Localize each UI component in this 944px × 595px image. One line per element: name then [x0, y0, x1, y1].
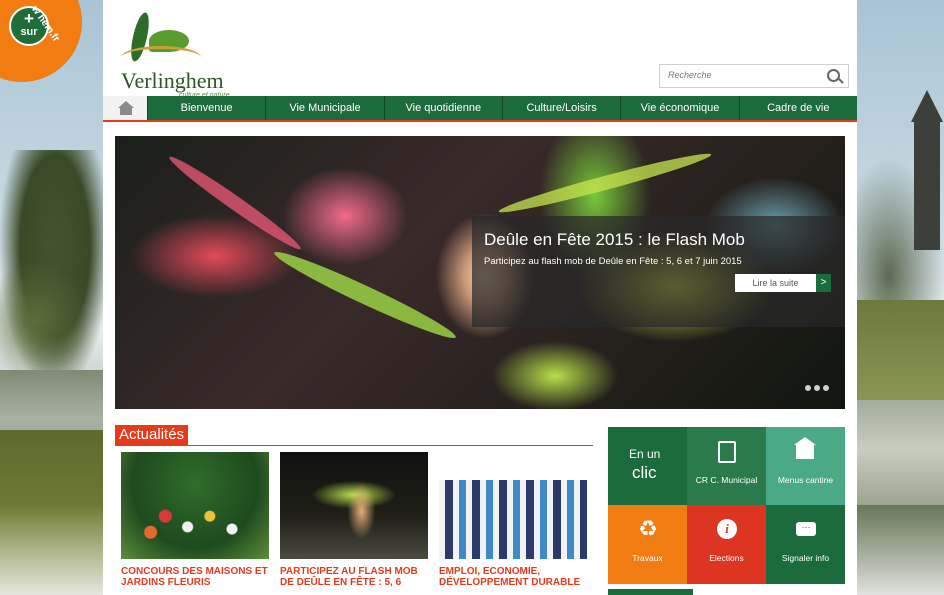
accessibility-link[interactable]: Accessibilité — [538, 28, 602, 40]
quick-link-label: Elections — [709, 553, 744, 563]
search-box — [659, 64, 849, 88]
quick-link-report-info[interactable]: ··· Signaler info — [766, 505, 845, 584]
quick-links-grid: En un clic CR C. Municipal Menus cantine… — [608, 427, 845, 584]
quick-link-works[interactable]: ♻ Travaux — [608, 505, 687, 584]
logo-swoosh-icon — [121, 46, 201, 69]
official-label: Site officiel : — [577, 9, 631, 19]
quick-link-council-report[interactable]: CR C. Municipal — [687, 427, 766, 505]
user-icon — [707, 28, 719, 39]
accessibility-label: Accessibilité — [552, 30, 602, 40]
site-logo[interactable]: Verlinghem culture et nature — [111, 11, 251, 99]
background-grass — [844, 300, 944, 400]
section-tab-bar — [608, 589, 693, 595]
news-card[interactable]: CONCOURS DES MAISONS ET JARDINS FLEURIS — [121, 452, 269, 590]
hero-slider[interactable]: Deûle en Fête 2015 : le Flash Mob Partic… — [115, 136, 845, 409]
news-image-employment[interactable] — [439, 452, 587, 559]
quick-link-label: Signaler info — [781, 553, 830, 563]
background-church — [911, 90, 943, 250]
skip-to-menu-link[interactable]: Aller au menu — [646, 9, 702, 19]
hero-subtitle: Participez au flash mob de Deûle en Fête… — [484, 256, 742, 267]
accessibility-icon — [538, 28, 550, 39]
quick-link-label: CR C. Municipal — [695, 475, 758, 485]
main-nav: Bienvenue Vie Municipale Vie quotidienne… — [103, 96, 857, 122]
news-title[interactable]: CONCOURS DES MAISONS ET JARDINS FLEURIS — [121, 566, 269, 590]
page-container: Site officiel : Aller au menu | Aller au … — [103, 0, 857, 595]
text-mode-link[interactable]: Mode texte — [804, 9, 849, 19]
logo-name: Verlinghem — [121, 68, 224, 94]
nav-item-vie-municipale[interactable]: Vie Municipale — [265, 96, 383, 120]
quick-link-label: Travaux — [632, 553, 663, 563]
search-icon[interactable] — [827, 69, 840, 82]
quick-links-title: En un clic — [608, 427, 687, 505]
mobile-version-link[interactable]: Version Mobile — [618, 28, 692, 40]
news-image-gardens[interactable] — [121, 452, 269, 559]
canteen-icon — [794, 437, 816, 459]
read-more-button[interactable]: Lire la suite > — [735, 274, 831, 292]
member-area-link[interactable]: Espace Membre — [707, 28, 788, 40]
font-larger-button[interactable]: A+ — [511, 30, 522, 40]
mail-icon — [803, 28, 815, 39]
info-icon: i — [717, 519, 737, 539]
utility-bar: A- A+ Accessibilité Version Mobile Espac… — [479, 28, 849, 40]
nav-item-bienvenue[interactable]: Bienvenue — [147, 96, 265, 120]
nav-item-culture-loisirs[interactable]: Culture/Loisirs — [501, 96, 620, 120]
slider-dots — [805, 385, 829, 391]
contact-label: Contact — [817, 30, 849, 40]
read-more-label: Lire la suite — [735, 274, 816, 292]
quick-link-canteen-menus[interactable]: Menus cantine — [766, 427, 845, 505]
mobile-label: Version Mobile — [632, 30, 692, 40]
hero-caption: Deûle en Fête 2015 : le Flash Mob Partic… — [472, 216, 845, 327]
news-title[interactable]: EMPLOI, ÉCONOMIE, DÉVELOPPEMENT DURABLE — [439, 566, 587, 590]
nav-item-vie-quotidienne[interactable]: Vie quotidienne — [383, 96, 502, 120]
document-icon — [718, 441, 736, 463]
slider-dot[interactable] — [814, 385, 820, 391]
skip-to-content-link[interactable]: Aller au contenu — [721, 9, 786, 19]
hero-title: Deûle en Fête 2015 : le Flash Mob — [484, 230, 745, 249]
font-smaller-button[interactable]: A- — [493, 30, 502, 40]
news-title[interactable]: PARTICIPEZ AU FLASH MOB DE DEÛLE EN FÊTE… — [280, 566, 428, 590]
home-icon[interactable] — [103, 96, 147, 120]
mobile-icon — [618, 28, 630, 39]
hero-image-detail — [496, 147, 714, 219]
member-label: Espace Membre — [721, 30, 788, 40]
news-heading-label: Actualités — [115, 425, 189, 445]
quick-link-elections[interactable]: i Elections — [687, 505, 766, 584]
contact-link[interactable]: Contact — [803, 28, 849, 40]
news-card[interactable]: EMPLOI, ÉCONOMIE, DÉVELOPPEMENT DURABLE — [439, 452, 587, 590]
hero-image-detail — [270, 244, 460, 346]
slider-dot[interactable] — [805, 385, 811, 391]
nav-item-cadre-de-vie[interactable]: Cadre de vie — [738, 96, 857, 120]
recycle-icon: ♻ — [638, 516, 658, 541]
chevron-right-icon: > — [816, 274, 831, 292]
news-card[interactable]: PARTICIPEZ AU FLASH MOB DE DEÛLE EN FÊTE… — [280, 452, 428, 590]
quick-link-label: Menus cantine — [777, 475, 834, 485]
quick-links-big: clic — [632, 463, 657, 482]
quick-links-small: En un — [629, 447, 661, 461]
hero-image-detail — [165, 151, 305, 255]
nav-item-vie-economique[interactable]: Vie économique — [620, 96, 738, 120]
background-bush — [0, 260, 90, 380]
chat-icon: ··· — [796, 522, 816, 536]
news-heading: Actualités — [115, 425, 593, 446]
slider-dot[interactable] — [823, 385, 829, 391]
skip-links: Site officiel : Aller au menu | Aller au … — [577, 9, 849, 19]
news-image-flashmob[interactable] — [280, 452, 428, 559]
search-input[interactable] — [660, 65, 826, 85]
logo-initial: V — [121, 68, 135, 93]
logo-name-rest: erlinghem — [134, 68, 224, 93]
